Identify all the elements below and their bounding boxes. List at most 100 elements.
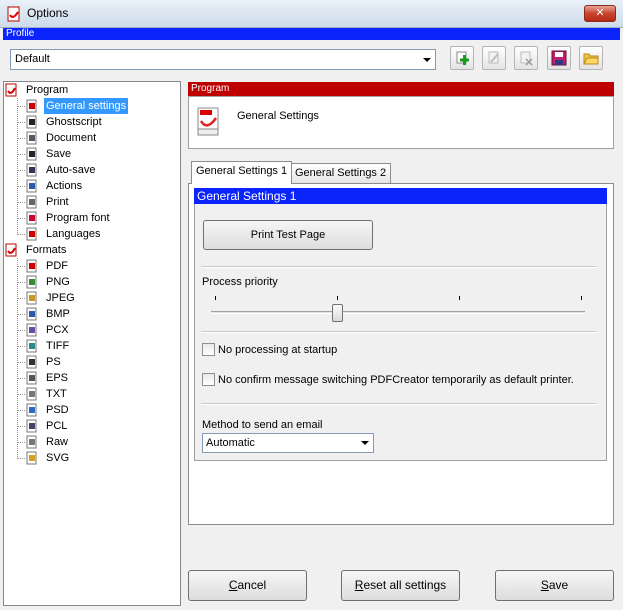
add-profile-button[interactable]: [450, 46, 474, 70]
psd-file-icon: [26, 403, 37, 417]
slider-tick: [337, 296, 338, 300]
group-title: General Settings 1: [194, 188, 607, 204]
process-priority-label: Process priority: [202, 276, 278, 288]
divider: [201, 403, 596, 405]
reset-all-settings-button[interactable]: Reset all settings: [341, 570, 460, 601]
print-test-page-button[interactable]: Print Test Page: [203, 220, 373, 250]
save-accelerator: S: [540, 578, 549, 592]
open-profile-icon: [583, 53, 599, 65]
title-bar[interactable]: [0, 0, 623, 28]
tree-item-label: Actions: [46, 180, 83, 192]
chevron-down-icon: [361, 441, 369, 445]
tree-item-label: PSD: [46, 404, 69, 416]
no-processing-at-startup-label: No processing at startup: [218, 344, 338, 356]
no-confirm-message-label: No confirm message switching PDFCreator …: [218, 374, 574, 386]
tree-item-label: PS: [46, 356, 61, 368]
font-icon: [26, 211, 37, 225]
general-settings-icon: [26, 99, 37, 113]
tree-item-label: EPS: [46, 372, 69, 384]
tree-item-label: PNG: [46, 276, 70, 288]
cancel-button[interactable]: Cancel: [188, 570, 307, 601]
rename-profile-button[interactable]: [482, 46, 506, 70]
flag-icon: [26, 227, 37, 241]
printer-icon: [26, 195, 37, 209]
no-confirm-message-checkbox[interactable]: [202, 373, 215, 386]
settings-tree[interactable]: Program General settings Ghostscript Docume…: [3, 81, 181, 606]
ps-file-icon: [26, 355, 37, 369]
email-method-dropdown[interactable]: Automatic: [202, 433, 374, 453]
save-profile-button[interactable]: [547, 46, 571, 70]
ghostscript-icon: [26, 115, 37, 129]
tree-item-label: General settings: [44, 98, 129, 114]
divider: [201, 331, 596, 333]
raw-file-icon: [26, 435, 37, 449]
section-header: Program: [188, 82, 614, 96]
delete-profile-icon: [520, 51, 533, 66]
pdfcreator-program-icon: [5, 83, 17, 97]
pdf-file-icon: [26, 259, 37, 273]
chevron-down-icon: [423, 58, 431, 62]
jpeg-file-icon: [26, 291, 37, 305]
tree-item-label: Formats: [26, 244, 67, 256]
cancel-label: ancel: [237, 578, 267, 592]
tree-item-label: Program: [26, 84, 69, 96]
pdfcreator-app-icon: [7, 6, 20, 22]
priority-slider-thumb[interactable]: [332, 304, 343, 322]
general-settings-icon: [197, 107, 219, 136]
slider-tick: [215, 296, 216, 300]
formats-folder-icon: [5, 243, 17, 257]
tree-item-label: SVG: [46, 452, 70, 464]
tree-item-label: PDF: [46, 260, 68, 272]
txt-file-icon: [26, 387, 37, 401]
eps-file-icon: [26, 371, 37, 385]
document-icon: [26, 131, 37, 145]
section-info-panel: General Settings: [188, 96, 614, 149]
tiff-file-icon: [26, 339, 37, 353]
auto-save-icon: [26, 163, 37, 177]
tree-item-label: TXT: [46, 388, 67, 400]
add-profile-icon: [456, 51, 469, 65]
profile-section-label: Profile: [3, 28, 620, 40]
svg-file-icon: [26, 451, 37, 465]
priority-slider-track[interactable]: [211, 311, 585, 314]
tree-item-label: Print: [46, 196, 69, 208]
tab-general-settings-2[interactable]: General Settings 2: [290, 163, 392, 183]
reset-label: eset all settings: [363, 578, 447, 592]
tree-item-label: Save: [46, 148, 72, 160]
save-label: ave: [548, 578, 569, 592]
open-profile-button[interactable]: [579, 46, 603, 70]
tree-item-label: Document: [46, 132, 97, 144]
divider: [201, 266, 596, 268]
tree-item-label: TIFF: [46, 340, 70, 352]
png-file-icon: [26, 275, 37, 289]
save-icon: [26, 147, 37, 161]
rename-profile-icon: [488, 51, 499, 64]
tree-item-label: Program font: [46, 212, 110, 224]
tree-item-label: JPEG: [46, 292, 75, 304]
bmp-file-icon: [26, 307, 37, 321]
tree-item-label: PCX: [46, 324, 69, 336]
pcx-file-icon: [26, 323, 37, 337]
actions-icon: [26, 179, 37, 193]
profile-dropdown[interactable]: Default: [10, 49, 436, 70]
tree-item-label: Raw: [46, 436, 69, 448]
profile-dropdown-value: Default: [15, 53, 50, 65]
tree-item-label: Languages: [46, 228, 101, 240]
save-button[interactable]: Save: [495, 570, 614, 601]
no-processing-at-startup-checkbox[interactable]: [202, 343, 215, 356]
tree-item-label: Ghostscript: [46, 116, 102, 128]
slider-tick: [459, 296, 460, 300]
email-method-value: Automatic: [206, 437, 255, 449]
pcl-file-icon: [26, 419, 37, 433]
close-button[interactable]: ✕: [584, 5, 616, 22]
tree-item-label: PCL: [46, 420, 68, 432]
tree-item-label: BMP: [46, 308, 70, 320]
email-method-label: Method to send an email: [202, 419, 323, 431]
save-profile-icon: [551, 50, 567, 66]
tree-item-label: Auto-save: [46, 164, 96, 176]
tab-general-settings-1[interactable]: General Settings 1: [191, 161, 293, 184]
section-title: General Settings: [237, 110, 319, 122]
delete-profile-button[interactable]: [514, 46, 538, 70]
slider-tick: [581, 296, 582, 300]
window-title: Options: [27, 6, 69, 20]
